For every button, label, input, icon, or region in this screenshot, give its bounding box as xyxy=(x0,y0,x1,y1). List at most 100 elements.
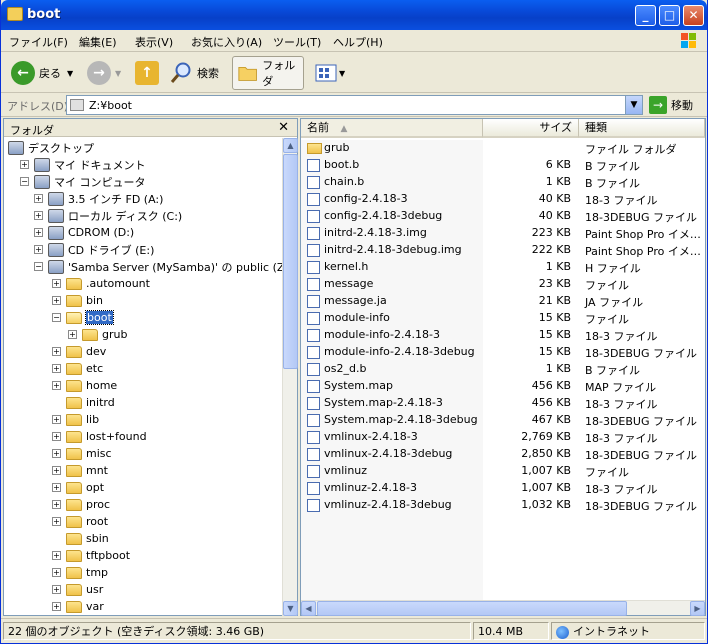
column-header-name[interactable]: 名前 ▲ xyxy=(301,119,483,138)
minimize-button[interactable]: _ xyxy=(635,5,656,26)
tree-item[interactable]: + etc xyxy=(52,360,103,377)
tree-item[interactable]: + tftpboot xyxy=(52,547,130,564)
file-row[interactable]: kernel.h 1 KB H ファイル xyxy=(301,259,705,276)
views-dropdown-icon[interactable]: ▼ xyxy=(339,69,345,78)
tree-item[interactable]: + dev xyxy=(52,343,106,360)
column-header-type[interactable]: 種類 xyxy=(579,119,705,138)
tree-item[interactable]: + root xyxy=(52,513,108,530)
file-row[interactable]: System.map-2.4.18-3 456 KB 18-3 ファイル xyxy=(301,395,705,412)
back-dropdown-icon[interactable]: ▼ xyxy=(67,69,73,78)
tree-item[interactable]: + grub xyxy=(68,326,127,343)
file-row[interactable]: vmlinux-2.4.18-3 2,769 KB 18-3 ファイル xyxy=(301,429,705,446)
file-row[interactable]: initrd-2.4.18-3.img 223 KB Paint Shop Pro … xyxy=(301,225,705,242)
search-button[interactable]: 検索 xyxy=(169,57,219,89)
file-row[interactable]: vmlinuz 1,007 KB ファイル xyxy=(301,463,705,480)
expand-icon[interactable]: + xyxy=(52,296,61,305)
tree-item[interactable]: initrd xyxy=(52,394,115,411)
file-row[interactable]: initrd-2.4.18-3debug.img 222 KB Paint Shop… xyxy=(301,242,705,259)
tree-item[interactable]: + lost+found xyxy=(52,428,147,445)
expand-icon[interactable]: + xyxy=(52,602,61,611)
collapse-icon[interactable]: − xyxy=(20,177,29,186)
menu-edit[interactable]: 編集(E) xyxy=(79,34,117,50)
tree-item[interactable]: + lib xyxy=(52,411,99,428)
tree-item[interactable]: + CD ドライブ (E:) xyxy=(34,241,154,258)
expand-icon[interactable]: + xyxy=(52,432,61,441)
tree-item[interactable]: +3.5 インチ FD (A:) xyxy=(34,190,163,207)
tree-item[interactable]: − boot xyxy=(52,309,114,326)
expand-icon[interactable]: + xyxy=(52,279,61,288)
scroll-up-icon[interactable]: ▲ xyxy=(283,138,298,153)
expand-icon[interactable]: + xyxy=(52,381,61,390)
expand-icon[interactable]: + xyxy=(34,194,43,203)
scroll-left-icon[interactable]: ◀ xyxy=(301,601,316,616)
file-row[interactable]: message 23 KB ファイル xyxy=(301,276,705,293)
file-row[interactable]: grub ファイル フォルダ xyxy=(301,140,705,157)
expand-icon[interactable]: + xyxy=(34,228,43,237)
expand-icon[interactable]: + xyxy=(52,415,61,424)
expand-icon[interactable]: + xyxy=(52,347,61,356)
tree-item[interactable]: − マイ コンピュータ xyxy=(20,173,146,190)
close-folder-pane-icon[interactable]: ✕ xyxy=(278,120,289,135)
file-row[interactable]: message.ja 21 KB JA ファイル xyxy=(301,293,705,310)
hscroll-thumb[interactable] xyxy=(317,601,627,616)
file-row[interactable]: module-info 15 KB ファイル xyxy=(301,310,705,327)
expand-icon[interactable]: + xyxy=(52,466,61,475)
column-header-size[interactable]: サイズ xyxy=(483,119,579,138)
tree-item[interactable]: + misc xyxy=(52,445,112,462)
expand-icon[interactable]: + xyxy=(52,585,61,594)
folders-button[interactable]: フォルダ xyxy=(232,56,304,90)
file-row[interactable]: config-2.4.18-3 40 KB 18-3 ファイル xyxy=(301,191,705,208)
expand-icon[interactable]: + xyxy=(68,330,77,339)
expand-icon[interactable]: + xyxy=(34,245,43,254)
tree-item[interactable]: + CDROM (D:) xyxy=(34,224,134,241)
file-row[interactable]: config-2.4.18-3debug 40 KB 18-3DEBUG ファイル xyxy=(301,208,705,225)
expand-icon[interactable]: + xyxy=(52,500,61,509)
tree-item[interactable]: + home xyxy=(52,377,117,394)
file-row[interactable]: module-info-2.4.18-3debug 15 KB 18-3DEBUG … xyxy=(301,344,705,361)
tree-item[interactable]: sbin xyxy=(52,530,109,547)
tree-item[interactable]: + tmp xyxy=(52,564,108,581)
tree-item[interactable]: − 'Samba Server (MySamba)' の public (Z:) xyxy=(34,258,284,275)
file-row[interactable]: module-info-2.4.18-3 15 KB 18-3 ファイル xyxy=(301,327,705,344)
expand-icon[interactable]: + xyxy=(52,483,61,492)
file-row[interactable]: chain.b 1 KB B ファイル xyxy=(301,174,705,191)
file-row[interactable]: System.map-2.4.18-3debug 467 KB 18-3DEBUG … xyxy=(301,412,705,429)
go-button[interactable]: → 移動 xyxy=(649,96,693,114)
file-row[interactable]: vmlinuz-2.4.18-3debug 1,032 KB 18-3DEBUG フ… xyxy=(301,497,705,514)
scroll-right-icon[interactable]: ▶ xyxy=(690,601,705,616)
tree-item[interactable]: + .automount xyxy=(52,275,150,292)
tree-item[interactable]: + mnt xyxy=(52,462,108,479)
expand-icon[interactable]: + xyxy=(34,211,43,220)
forward-dropdown-icon[interactable]: ▼ xyxy=(115,69,121,78)
collapse-icon[interactable]: − xyxy=(52,313,61,322)
expand-icon[interactable]: + xyxy=(52,551,61,560)
menu-help[interactable]: ヘルプ(H) xyxy=(333,34,383,50)
views-button[interactable]: ▼ xyxy=(315,57,345,89)
menu-view[interactable]: 表示(V) xyxy=(135,34,173,50)
expand-icon[interactable]: + xyxy=(52,568,61,577)
menu-file[interactable]: ファイル(F) xyxy=(9,34,68,50)
file-row[interactable]: vmlinuz-2.4.18-3 1,007 KB 18-3 ファイル xyxy=(301,480,705,497)
expand-icon[interactable]: + xyxy=(52,449,61,458)
menu-favorites[interactable]: お気に入り(A) xyxy=(191,34,262,50)
file-row[interactable]: os2_d.b 1 KB B ファイル xyxy=(301,361,705,378)
tree-item[interactable]: + opt xyxy=(52,479,104,496)
address-input[interactable]: Z:¥boot ▼ xyxy=(66,95,643,115)
scroll-thumb[interactable] xyxy=(283,154,298,369)
up-folder-button[interactable]: ↑ xyxy=(135,57,159,89)
folder-tree-scrollbar[interactable]: ▲ ▼ xyxy=(282,138,298,616)
tree-item[interactable]: + usr xyxy=(52,581,103,598)
tree-item[interactable]: デスクトップ xyxy=(8,139,94,156)
tree-item[interactable]: + proc xyxy=(52,496,110,513)
file-row[interactable]: System.map 456 KB MAP ファイル xyxy=(301,378,705,395)
tree-item[interactable]: + マイ ドキュメント xyxy=(20,156,146,173)
address-dropdown-button[interactable]: ▼ xyxy=(625,96,642,114)
file-list-hscrollbar[interactable]: ◀ ▶ xyxy=(301,600,705,616)
close-button[interactable]: ✕ xyxy=(683,5,704,26)
back-button[interactable]: ← 戻る ▼ xyxy=(11,57,73,89)
maximize-button[interactable]: □ xyxy=(659,5,680,26)
tree-item[interactable]: + var xyxy=(52,598,104,615)
forward-button[interactable]: → ▼ xyxy=(87,57,121,89)
tree-item[interactable]: + bin xyxy=(52,292,103,309)
menu-tools[interactable]: ツール(T) xyxy=(273,34,321,50)
